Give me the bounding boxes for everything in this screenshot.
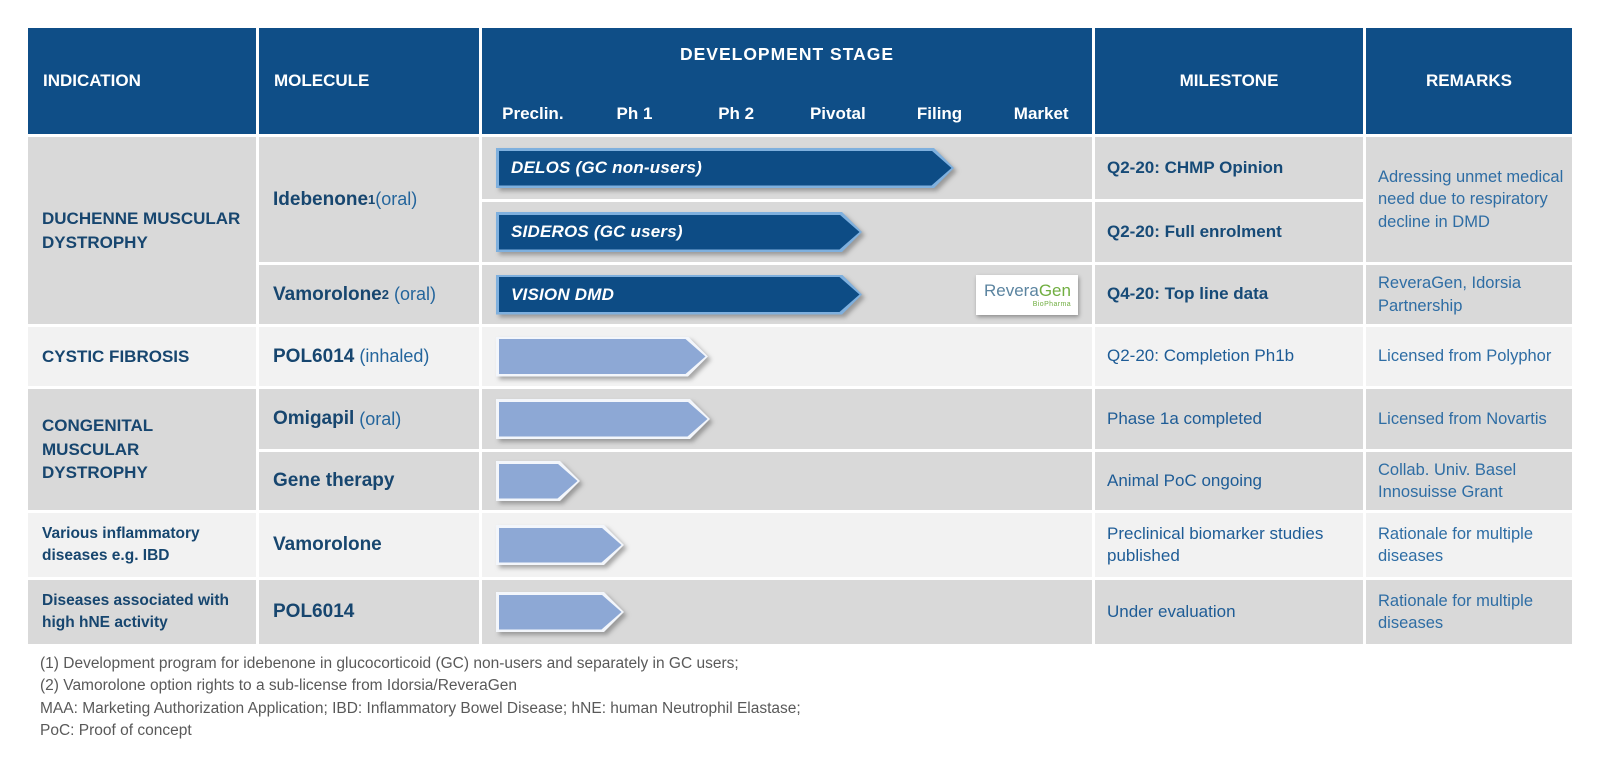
remark-pol6014: Licensed from Polyphor	[1366, 327, 1572, 386]
milestone-omigapil: Phase 1a completed	[1095, 389, 1363, 449]
remark-dmd-idebenone: Adressing unmet medical need due to resp…	[1366, 137, 1572, 262]
logo-revera: Revera	[984, 281, 1039, 300]
bar-label: VISION DMD	[511, 285, 614, 305]
remark-vamorolone-ibd: Rationale for multiple diseases	[1366, 513, 1572, 577]
footnote-line: MAA: Marketing Authorization Application…	[40, 698, 801, 720]
gantt-bar-vamorolone-ibd	[496, 525, 624, 565]
stage-cell-delos: DELOS (GC non-users)	[482, 137, 1092, 199]
gantt-bar-sideros: SIDEROS (GC users)	[496, 212, 862, 252]
milestone-sideros: Q2-20: Full enrolment	[1095, 202, 1363, 262]
bar-fill	[499, 339, 706, 374]
gantt-bar-gene-therapy	[496, 461, 580, 501]
stage-label-ph1: Ph 1	[584, 104, 686, 124]
stage-cell-omigapil	[482, 389, 1092, 449]
molecule-name: Vamorolone	[273, 284, 382, 306]
header-indication: INDICATION	[28, 28, 256, 134]
stage-label-preclin: Preclin.	[482, 104, 584, 124]
milestone-pol6014-hne: Under evaluation	[1095, 580, 1363, 644]
stage-label-filing: Filing	[889, 104, 991, 124]
remark-omigapil: Licensed from Novartis	[1366, 389, 1572, 449]
molecule-route: (oral)	[375, 189, 417, 210]
remark-gene-therapy: Collab. Univ. Basel Innosuisse Grant	[1366, 452, 1572, 510]
molecule-name: Gene therapy	[273, 470, 394, 492]
bar-label: SIDEROS (GC users)	[511, 222, 683, 242]
molecule-vamorolone-2: Vamorolone	[259, 513, 479, 577]
molecule-name: Vamorolone	[273, 534, 382, 556]
molecule-pol6014-2: POL6014	[259, 580, 479, 644]
milestone-pol6014: Q2-20: Completion Ph1b	[1095, 327, 1363, 386]
stage-label-pivotal: Pivotal	[787, 104, 889, 124]
molecule-route: (inhaled)	[354, 346, 429, 367]
molecule-omigapil: Omigapil (oral)	[259, 389, 479, 449]
footnote-line: (1) Development program for idebenone in…	[40, 653, 801, 675]
gantt-bar-omigapil	[496, 399, 710, 439]
molecule-gene-therapy: Gene therapy	[259, 452, 479, 510]
stage-cell-sideros: SIDEROS (GC users)	[482, 202, 1092, 262]
header-milestone: MILESTONE	[1095, 28, 1363, 134]
header-development-stage: DEVELOPMENT STAGE Preclin. Ph 1 Ph 2 Piv…	[482, 28, 1092, 134]
header-molecule: MOLECULE	[259, 28, 479, 134]
header-remarks: REMARKS	[1366, 28, 1572, 134]
molecule-pol6014-inhaled: POL6014 (inhaled)	[259, 327, 479, 386]
stage-cell-vamorolone-ibd	[482, 513, 1092, 577]
logo-biopharma: BioPharma	[984, 301, 1071, 308]
milestone-gene-therapy: Animal PoC ongoing	[1095, 452, 1363, 510]
stage-axis: Preclin. Ph 1 Ph 2 Pivotal Filing Market	[482, 104, 1092, 124]
indication-congenital-md: CONGENITAL MUSCULAR DYSTROPHY	[28, 389, 256, 510]
bar-fill	[499, 528, 622, 563]
development-stage-title: DEVELOPMENT STAGE	[482, 44, 1092, 65]
molecule-idebenone: Idebenone1(oral)	[259, 137, 479, 262]
footnotes: (1) Development program for idebenone in…	[40, 653, 801, 742]
remark-vamorolone: ReveraGen, Idorsia Partnership	[1366, 265, 1572, 324]
molecule-vamorolone: Vamorolone2 (oral)	[259, 265, 479, 324]
stage-cell-pol6014	[482, 327, 1092, 386]
gantt-bar-pol6014-hne	[496, 592, 624, 632]
molecule-route: (oral)	[389, 284, 436, 305]
indication-inflammatory-ibd: Various inflammatory diseases e.g. IBD	[28, 513, 256, 577]
molecule-name: Idebenone	[273, 189, 368, 211]
milestone-delos: Q2-20: CHMP Opinion	[1095, 137, 1363, 199]
stage-label-market: Market	[990, 104, 1092, 124]
footnote-line: (2) Vamorolone option rights to a sub-li…	[40, 675, 801, 697]
bar-fill	[499, 402, 708, 437]
remark-pol6014-hne: Rationale for multiple diseases	[1366, 580, 1572, 644]
milestone-vamorolone-ibd: Preclinical biomarker studies published	[1095, 513, 1363, 577]
indication-hne-activity: Diseases associated with high hNE activi…	[28, 580, 256, 644]
pipeline-table: INDICATION MOLECULE DEVELOPMENT STAGE Pr…	[28, 28, 1572, 644]
molecule-name: Omigapil	[273, 408, 354, 430]
reveragen-logo: ReveraGen BioPharma	[976, 275, 1078, 315]
stage-cell-pol6014-hne	[482, 580, 1092, 644]
molecule-name: POL6014	[273, 346, 354, 368]
footnote-line: PoC: Proof of concept	[40, 720, 801, 742]
molecule-route: (oral)	[354, 409, 401, 430]
gantt-bar-delos: DELOS (GC non-users)	[496, 148, 954, 188]
gantt-bar-pol6014	[496, 337, 708, 377]
logo-gen: Gen	[1039, 281, 1071, 300]
bar-fill	[499, 595, 622, 630]
molecule-name: POL6014	[273, 601, 354, 623]
stage-cell-vision: VISION DMD ReveraGen BioPharma	[482, 265, 1092, 324]
stage-cell-gene-therapy	[482, 452, 1092, 510]
indication-dmd: DUCHENNE MUSCULAR DYSTROPHY	[28, 137, 256, 324]
gantt-bar-vision: VISION DMD	[496, 275, 862, 315]
milestone-vision: Q4-20: Top line data	[1095, 265, 1363, 324]
stage-label-ph2: Ph 2	[685, 104, 787, 124]
indication-cystic-fibrosis: CYSTIC FIBROSIS	[28, 327, 256, 386]
reveragen-logo-text: ReveraGen	[984, 282, 1071, 299]
pipeline-slide: INDICATION MOLECULE DEVELOPMENT STAGE Pr…	[0, 0, 1600, 768]
bar-label: DELOS (GC non-users)	[511, 158, 702, 178]
